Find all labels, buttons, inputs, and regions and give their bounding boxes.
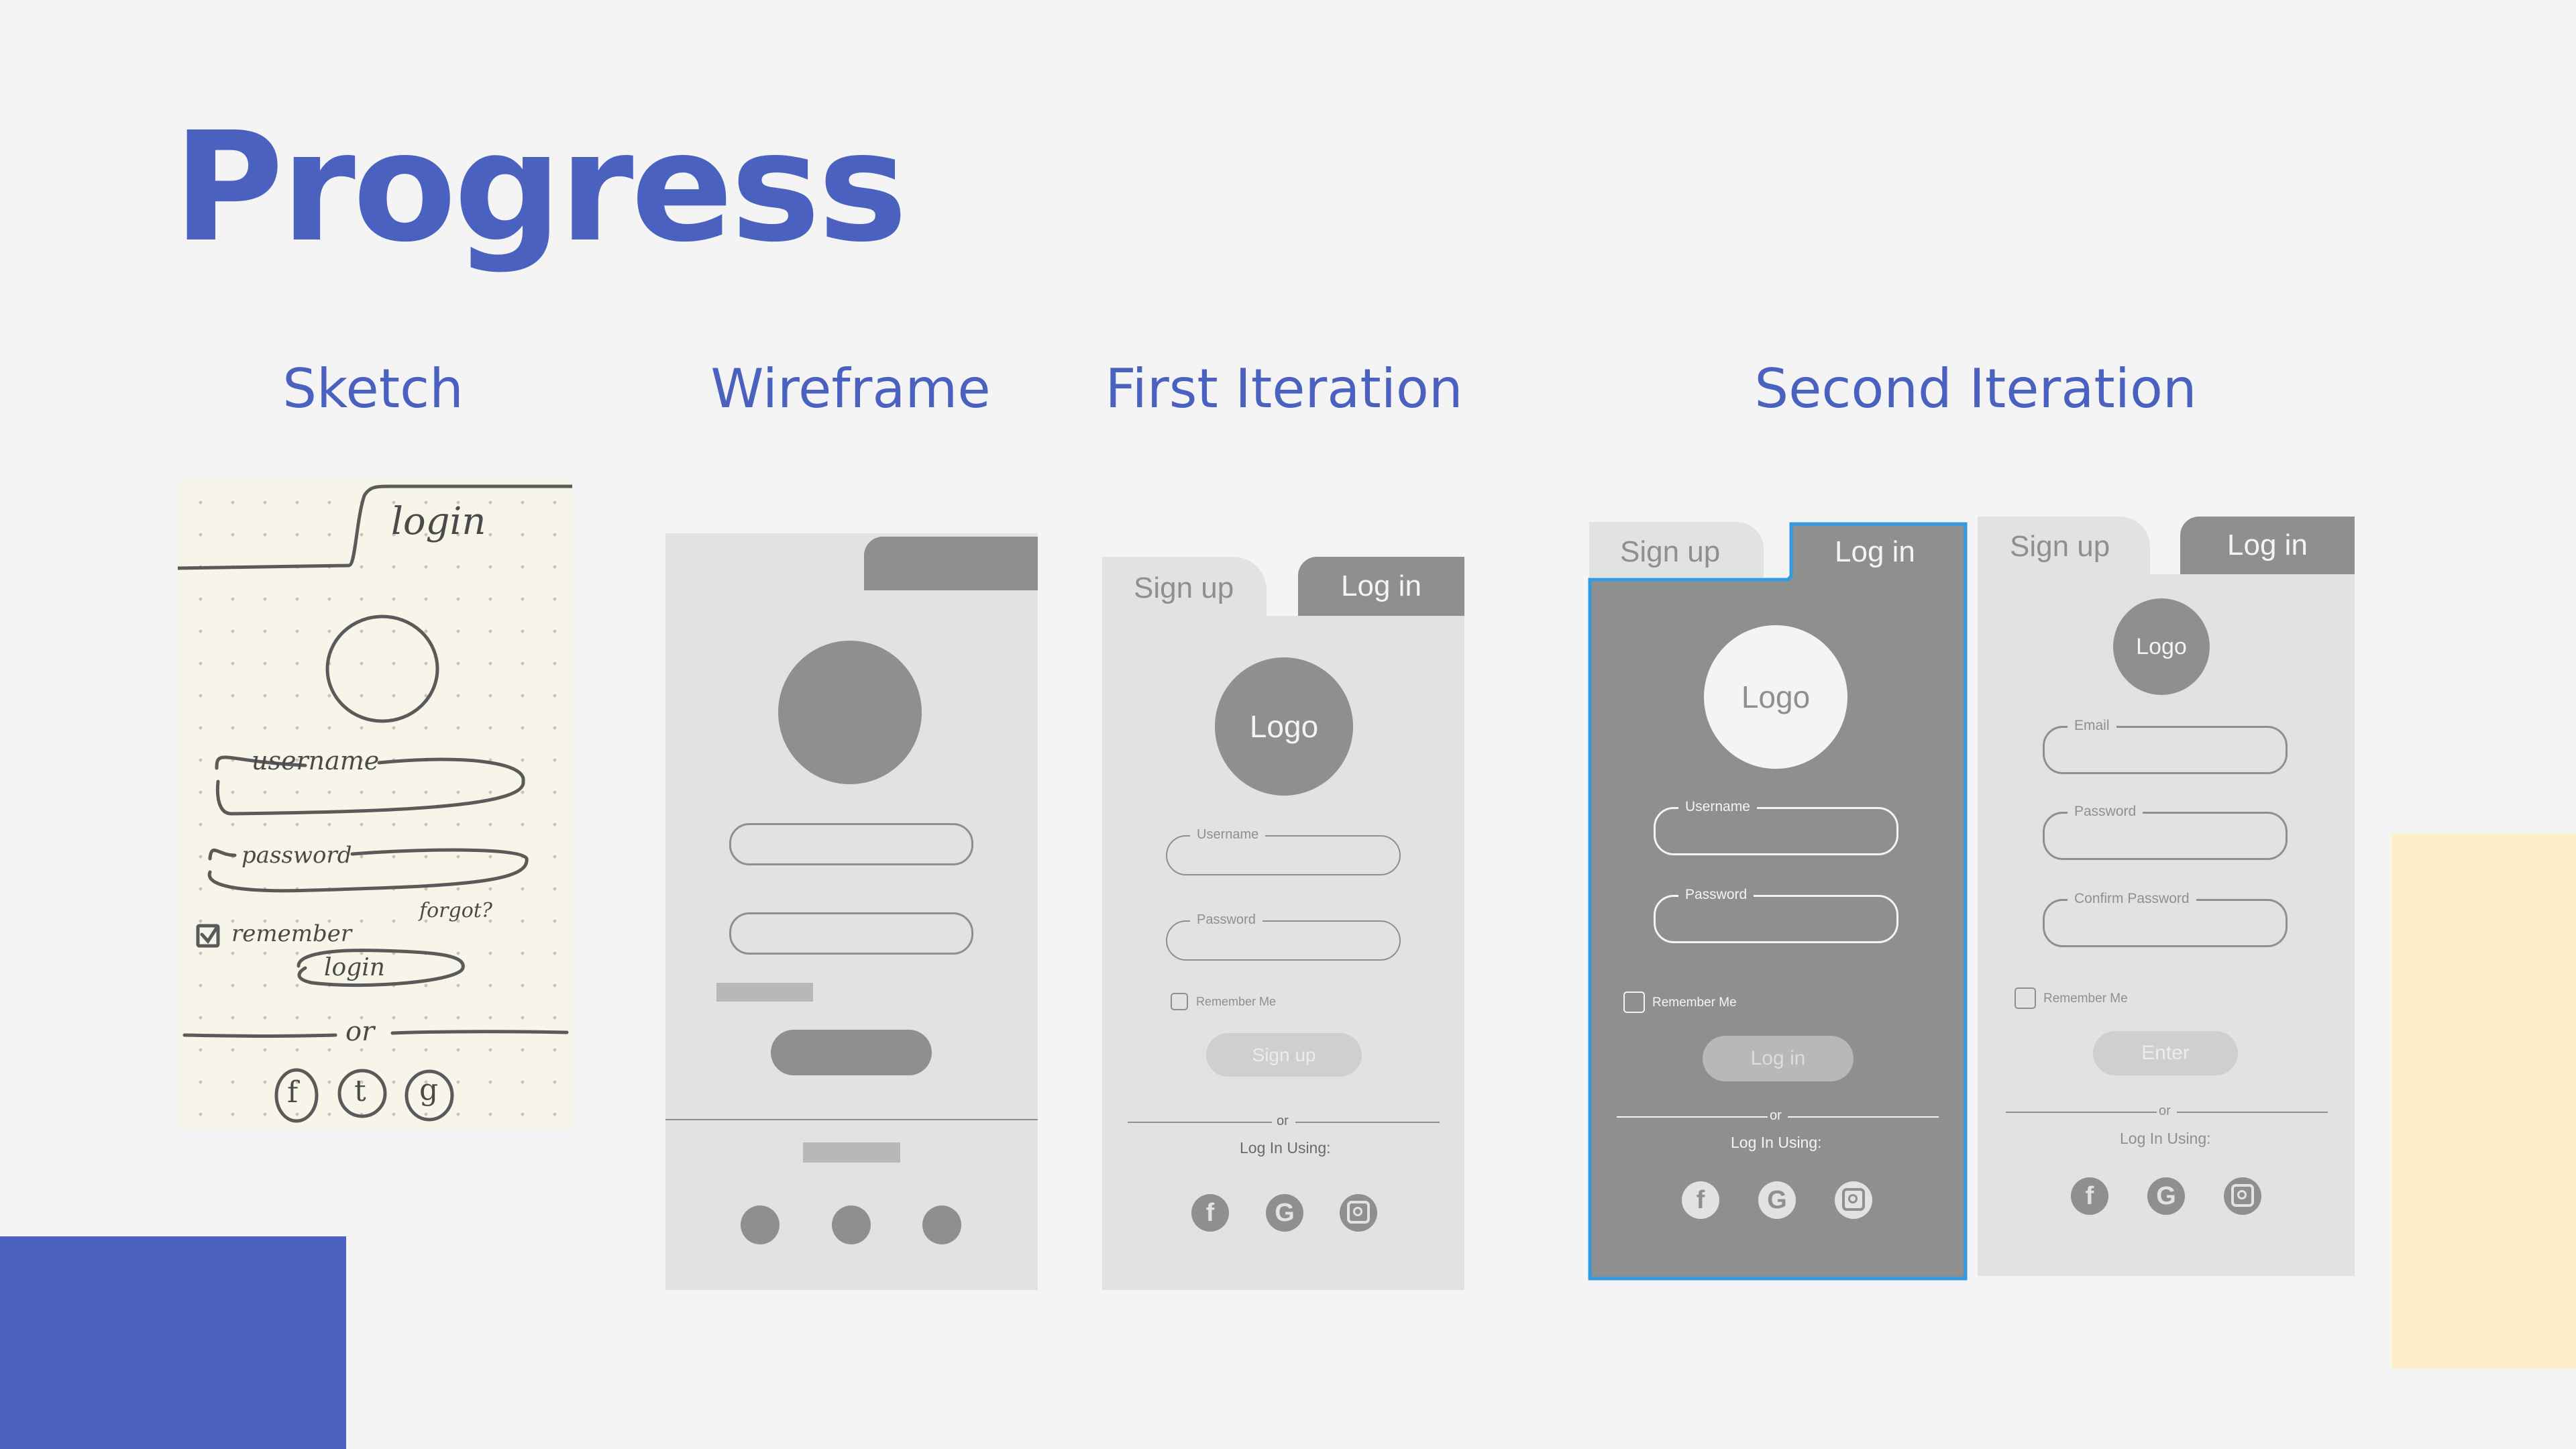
second-login-username-field[interactable]: Username [1654, 798, 1898, 855]
second-login-remember-label: Remember Me [1652, 996, 1737, 1010]
second-login-logo: Logo [1704, 625, 1847, 769]
second-signup-logo-text: Logo [2136, 634, 2187, 659]
sketch-card: login username password remember forgot?… [178, 480, 572, 1129]
second-login-password-label: Password [1678, 886, 1754, 904]
wireframe-right-tab [864, 537, 1038, 590]
second-signup-logo: Logo [2113, 598, 2210, 695]
sketch-or-label: or [345, 1016, 375, 1047]
second-signup-email-label: Email [2068, 717, 2116, 735]
second-signup-google-icon[interactable]: G [2147, 1177, 2185, 1215]
first-password-field[interactable]: Password [1166, 911, 1401, 961]
first-tab-login-label: Log in [1341, 570, 1421, 602]
first-facebook-icon[interactable]: f [1191, 1194, 1229, 1232]
second-login-instagram-icon[interactable] [1835, 1181, 1872, 1219]
wireframe-or-placeholder [803, 1142, 900, 1163]
first-iteration-card: Sign up Log in Logo Username Password Re… [1102, 557, 1464, 1290]
first-signup-button[interactable]: Sign up [1206, 1033, 1362, 1077]
second-signup-facebook-icon[interactable]: f [2071, 1177, 2108, 1215]
second-signup-enter-button-label: Enter [2141, 1042, 2190, 1064]
second-login-card: Sign up Log in Logo Username Password Re… [1587, 521, 1969, 1282]
wireframe-left-tab [665, 533, 837, 580]
first-instagram-icon[interactable] [1340, 1194, 1377, 1232]
sketch-login-tab-label: login [391, 500, 486, 543]
second-signup-email-field[interactable]: Email [2043, 717, 2288, 774]
second-login-log-in-using: Log In Using: [1731, 1134, 1822, 1151]
second-login-logo-text: Logo [1741, 680, 1811, 714]
second-signup-or-label: or [2159, 1104, 2171, 1118]
wireframe-social-1 [741, 1205, 780, 1244]
sketch-drawing [178, 484, 572, 1123]
first-username-field[interactable]: Username [1166, 826, 1401, 875]
second-login-remember-checkbox[interactable] [1623, 991, 1645, 1013]
second-signup-instagram-icon[interactable] [2224, 1177, 2261, 1215]
wireframe-button-placeholder [771, 1030, 932, 1075]
section-title-first-iteration: First Iteration [1105, 358, 1463, 420]
sketch-google-icon: g [419, 1073, 439, 1107]
second-login-or-label: or [1770, 1108, 1782, 1123]
second-signup-remember-label: Remember Me [2043, 991, 2128, 1006]
wireframe-field-1 [729, 823, 973, 865]
wireframe-logo-placeholder [778, 641, 922, 784]
second-signup-confirm-password-label: Confirm Password [2068, 890, 2196, 908]
second-signup-log-in-using: Log In Using: [2120, 1130, 2211, 1147]
first-logo: Logo [1215, 657, 1353, 796]
page-title: Progress [173, 100, 908, 276]
sketch-remember-label: remember [231, 920, 352, 947]
wireframe-top-strip [665, 480, 1038, 533]
second-login-facebook-icon[interactable]: f [1682, 1181, 1719, 1219]
second-signup-tab-login[interactable]: Log in [2180, 517, 2355, 574]
second-signup-remember-checkbox[interactable] [2015, 987, 2036, 1009]
sketch-twitter-icon: t [354, 1074, 366, 1108]
wireframe-divider [665, 1119, 1038, 1120]
first-signup-button-label: Sign up [1252, 1044, 1316, 1065]
second-signup-password-field[interactable]: Password [2043, 803, 2288, 860]
first-tab-login[interactable]: Log in [1298, 557, 1464, 616]
sketch-forgot-label: forgot? [419, 899, 492, 922]
first-tab-signup[interactable]: Sign up [1134, 572, 1234, 605]
second-signup-password-label: Password [2068, 803, 2143, 820]
second-signup-enter-button[interactable]: Enter [2093, 1031, 2238, 1075]
first-or-label: or [1277, 1114, 1289, 1128]
section-title-wireframe: Wireframe [710, 358, 991, 420]
wireframe-text-placeholder [716, 983, 813, 1002]
second-signup-tab-signup[interactable]: Sign up [2010, 530, 2110, 564]
first-divider-right [1295, 1122, 1440, 1123]
first-remember-label: Remember Me [1196, 995, 1277, 1008]
wireframe-social-2 [832, 1205, 871, 1244]
decorative-cream-block [2392, 834, 2576, 1368]
sketch-login-button-label: login [324, 954, 385, 981]
second-signup-card: Sign up Log in Logo Email Password Confi… [1978, 517, 2355, 1276]
second-login-divider-right [1788, 1116, 1939, 1118]
second-login-button[interactable]: Log in [1703, 1036, 1854, 1081]
first-username-label: Username [1190, 826, 1266, 843]
first-divider-left [1128, 1122, 1272, 1123]
wireframe-field-2 [729, 912, 973, 955]
second-signup-tab-login-label: Log in [2227, 529, 2308, 561]
first-log-in-using: Log In Using: [1240, 1139, 1331, 1157]
second-login-username-label: Username [1678, 798, 1757, 816]
second-signup-divider-right [2177, 1112, 2328, 1113]
second-login-google-icon[interactable]: G [1758, 1181, 1796, 1219]
sketch-password-label: password [241, 842, 352, 869]
second-signup-confirm-password-field[interactable]: Confirm Password [2043, 890, 2288, 947]
wireframe-card [665, 480, 1038, 1290]
first-password-label: Password [1190, 911, 1263, 928]
section-title-sketch: Sketch [282, 358, 464, 420]
sketch-facebook-icon: f [287, 1075, 299, 1110]
wireframe-social-3 [922, 1205, 961, 1244]
first-logo-text: Logo [1249, 709, 1319, 744]
second-login-tab-login[interactable]: Log in [1835, 535, 1915, 569]
decorative-blue-block [0, 1236, 346, 1449]
second-login-tab-signup[interactable]: Sign up [1620, 535, 1720, 569]
second-signup-divider-left [2006, 1112, 2157, 1113]
first-remember-checkbox[interactable] [1171, 993, 1188, 1010]
section-title-second-iteration: Second Iteration [1754, 358, 2197, 420]
sketch-username-label: username [252, 746, 380, 775]
first-google-icon[interactable]: G [1266, 1194, 1303, 1232]
second-login-password-field[interactable]: Password [1654, 886, 1898, 943]
second-login-button-label: Log in [1750, 1047, 1806, 1069]
second-login-divider-left [1617, 1116, 1768, 1118]
